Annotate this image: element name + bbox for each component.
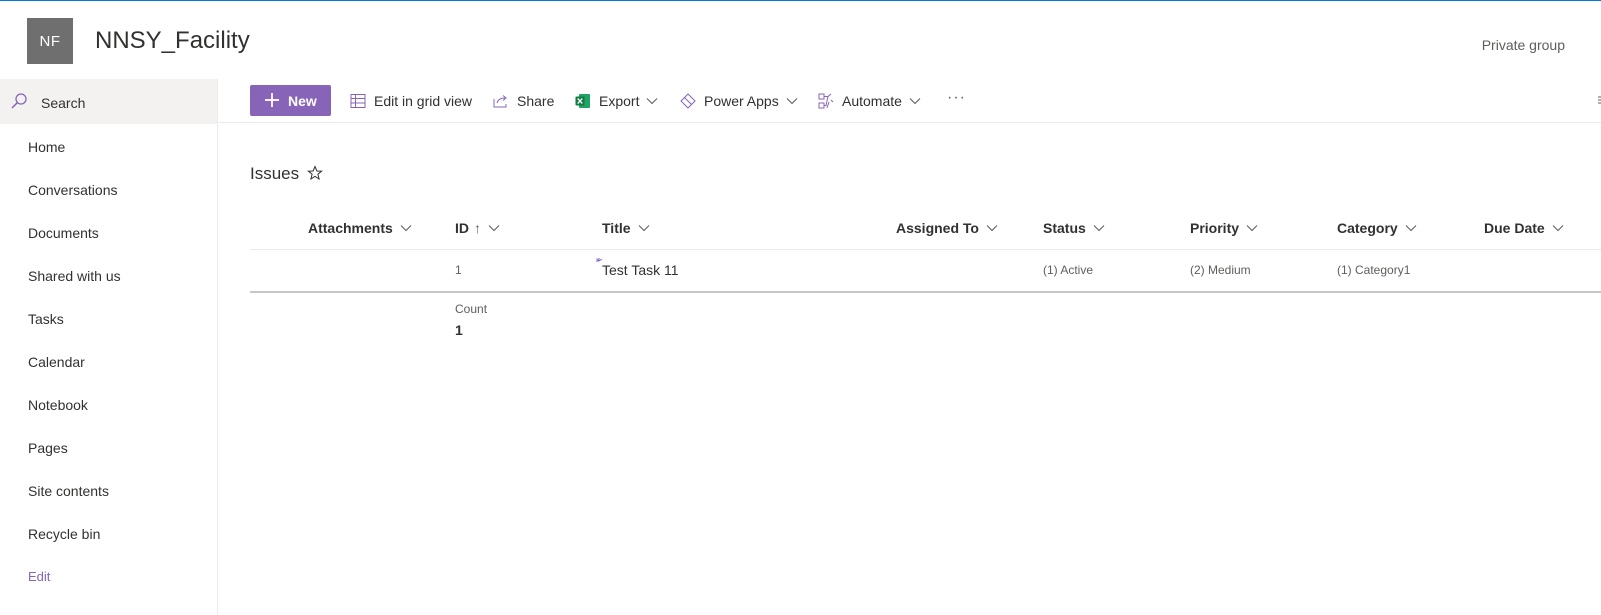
view-options-icon[interactable] bbox=[1592, 94, 1601, 106]
site-nav-list: Home Conversations Documents Shared with… bbox=[0, 125, 217, 598]
nav-item-documents[interactable]: Documents bbox=[0, 211, 217, 254]
cell-priority: (2) Medium bbox=[1190, 263, 1251, 277]
automate-label: Automate bbox=[842, 93, 902, 109]
chevron-down-icon bbox=[1552, 225, 1564, 232]
new-button[interactable]: New bbox=[250, 85, 331, 116]
plus-icon bbox=[265, 93, 279, 107]
search-label: Search bbox=[41, 95, 86, 111]
left-navigation: Search Home Conversations Documents Shar… bbox=[0, 79, 218, 615]
command-bar: New Edit in grid view Share Export Power… bbox=[218, 79, 1601, 123]
grid-icon bbox=[350, 94, 366, 108]
power-apps-button[interactable]: Power Apps bbox=[680, 92, 798, 110]
header-divider bbox=[250, 249, 1601, 250]
chevron-down-icon bbox=[638, 225, 649, 232]
privacy-label: Private group bbox=[1481, 37, 1565, 53]
excel-icon bbox=[575, 94, 590, 108]
automate-icon bbox=[818, 93, 834, 109]
site-logo[interactable]: NF bbox=[27, 18, 73, 64]
share-icon bbox=[493, 95, 507, 108]
nav-item-home[interactable]: Home bbox=[0, 125, 217, 168]
cell-title-link[interactable]: Test Task 11 bbox=[602, 262, 679, 278]
nav-item-calendar[interactable]: Calendar bbox=[0, 340, 217, 383]
column-header-status[interactable]: Status bbox=[1043, 220, 1105, 236]
sort-ascending-icon: ↑ bbox=[474, 220, 481, 236]
site-header: NF NNSY_Facility Private group bbox=[0, 1, 1601, 79]
count-label: Count bbox=[455, 302, 488, 316]
site-title[interactable]: NNSY_Facility bbox=[95, 27, 250, 55]
edit-grid-view-button[interactable]: Edit in grid view bbox=[350, 92, 472, 110]
search-icon bbox=[11, 93, 27, 109]
cell-id: 1 bbox=[455, 263, 462, 277]
column-label: Assigned To bbox=[896, 220, 979, 236]
share-label: Share bbox=[517, 93, 555, 109]
search-box[interactable]: Search bbox=[0, 79, 217, 124]
column-header-assigned-to[interactable]: Assigned To bbox=[896, 220, 998, 236]
chevron-down-icon bbox=[986, 225, 998, 232]
power-apps-label: Power Apps bbox=[704, 93, 779, 109]
list-title: Issues bbox=[250, 164, 300, 183]
column-label: Status bbox=[1043, 220, 1086, 236]
cell-category: (1) Category1 bbox=[1337, 263, 1411, 277]
automate-button[interactable]: Automate bbox=[818, 92, 921, 110]
column-header-priority[interactable]: Priority bbox=[1190, 220, 1258, 236]
chevron-down-icon bbox=[488, 225, 500, 232]
power-apps-icon bbox=[680, 93, 696, 109]
column-label: Attachments bbox=[308, 220, 393, 236]
more-icon: ··· bbox=[947, 89, 966, 106]
column-label: Category bbox=[1337, 220, 1398, 236]
edit-grid-view-label: Edit in grid view bbox=[374, 93, 473, 109]
column-header-category[interactable]: Category bbox=[1337, 220, 1417, 236]
more-options-button[interactable]: ··· bbox=[947, 89, 966, 107]
export-label: Export bbox=[599, 93, 640, 109]
chevron-down-icon bbox=[647, 98, 658, 105]
chevron-down-icon bbox=[400, 225, 412, 232]
chevron-down-icon bbox=[1093, 225, 1105, 232]
nav-item-tasks[interactable]: Tasks bbox=[0, 297, 217, 340]
row-divider bbox=[250, 291, 1601, 293]
column-header-id[interactable]: ID ↑ bbox=[455, 220, 500, 236]
nav-item-site-contents[interactable]: Site contents bbox=[0, 469, 217, 512]
export-button[interactable]: Export bbox=[575, 92, 658, 110]
star-icon[interactable] bbox=[307, 165, 323, 181]
nav-item-recycle-bin[interactable]: Recycle bin bbox=[0, 512, 217, 555]
chevron-down-icon bbox=[909, 98, 921, 105]
new-button-label: New bbox=[288, 93, 317, 109]
chevron-down-icon bbox=[786, 98, 798, 105]
chevron-down-icon bbox=[1246, 225, 1258, 232]
nav-item-pages[interactable]: Pages bbox=[0, 426, 217, 469]
nav-item-shared-with-us[interactable]: Shared with us bbox=[0, 254, 217, 297]
column-label: ID bbox=[455, 220, 469, 236]
nav-edit-link[interactable]: Edit bbox=[0, 555, 217, 598]
column-label: Priority bbox=[1190, 220, 1240, 236]
share-button[interactable]: Share bbox=[493, 92, 554, 110]
chevron-down-icon bbox=[1405, 225, 1417, 232]
nav-item-notebook[interactable]: Notebook bbox=[0, 383, 217, 426]
column-label: Due Date bbox=[1484, 220, 1545, 236]
column-header-attachments[interactable]: Attachments bbox=[308, 220, 412, 236]
nav-item-conversations[interactable]: Conversations bbox=[0, 168, 217, 211]
column-header-title[interactable]: Title bbox=[602, 220, 650, 236]
column-header-due-date[interactable]: Due Date bbox=[1484, 220, 1564, 236]
column-label: Title bbox=[602, 220, 631, 236]
cell-status: (1) Active bbox=[1043, 263, 1094, 277]
count-value: 1 bbox=[455, 322, 463, 338]
